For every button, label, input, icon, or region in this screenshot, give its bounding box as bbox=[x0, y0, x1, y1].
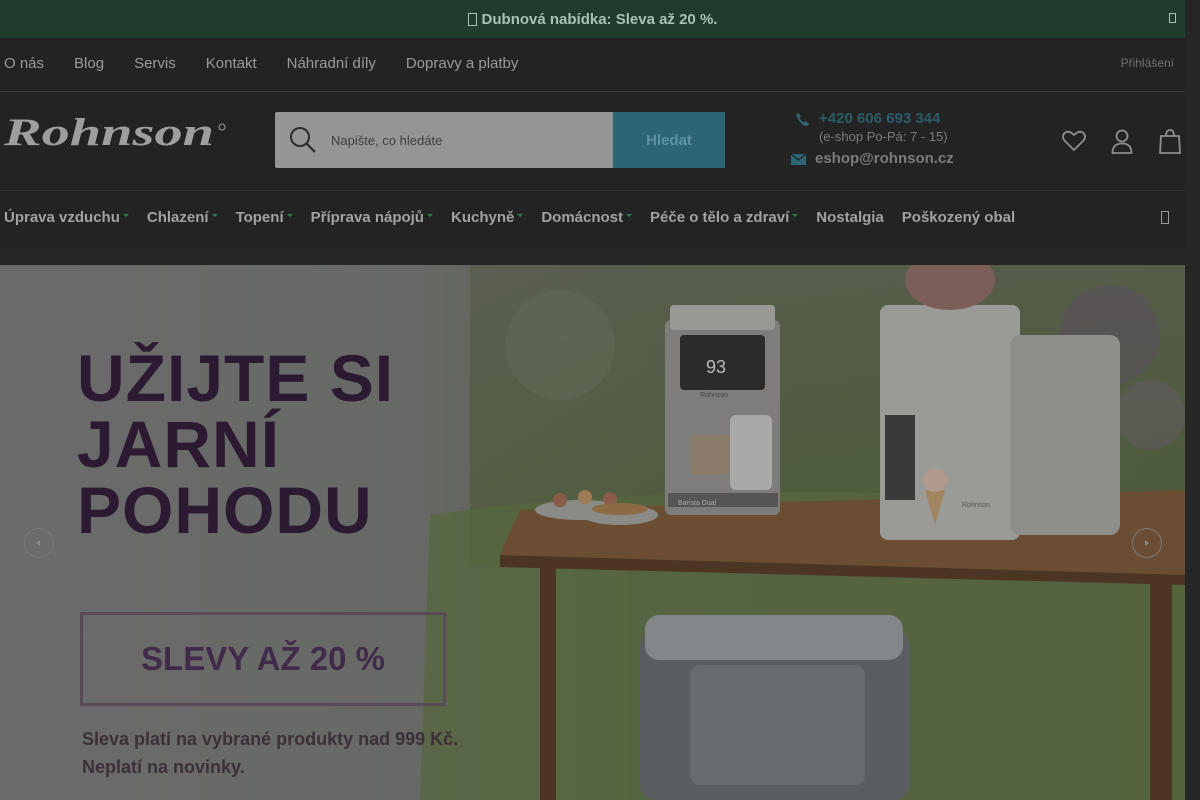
mail-icon bbox=[791, 154, 806, 165]
phone-icon bbox=[796, 113, 809, 126]
slider-prev-button[interactable] bbox=[24, 528, 54, 558]
dropdown-arrow-icon bbox=[286, 214, 293, 217]
promo-gift-icon bbox=[467, 12, 477, 26]
category-label: Kuchyně bbox=[450, 209, 515, 226]
site-header: Rohnson Hledat +420 606 693 344 (e-shop … bbox=[0, 92, 1185, 190]
email-link[interactable]: eshop@rohnson.cz bbox=[815, 150, 954, 167]
topnav-link-kontakt[interactable]: Kontakt bbox=[206, 55, 257, 72]
logo-wordmark: Rohnson bbox=[4, 112, 214, 154]
heart-icon[interactable] bbox=[1061, 128, 1087, 154]
hero-title-line: POHODU bbox=[77, 473, 373, 547]
category-menu: Úprava vzduchu Chlazení Topení Příprava … bbox=[0, 190, 1185, 246]
hero-title-line: UŽIJTE SI bbox=[77, 341, 395, 415]
hero-fine-print: Sleva platí na vybrané produkty nad 999 … bbox=[82, 725, 458, 781]
category-poskozeny-obal[interactable]: Poškozený obal bbox=[902, 209, 1015, 226]
hero-title: UŽIJTE SI JARNÍ POHODU bbox=[77, 345, 394, 543]
category-label: Péče o tělo a zdraví bbox=[650, 209, 790, 226]
hero-title-line: JARNÍ bbox=[77, 407, 281, 481]
dropdown-arrow-icon bbox=[517, 214, 524, 217]
top-navigation: O nás Blog Servis Kontakt Náhradní díly … bbox=[0, 38, 1185, 92]
topnav-link-dopravy-a-platby[interactable]: Dopravy a platby bbox=[406, 55, 519, 72]
search-box bbox=[275, 112, 613, 168]
category-nostalgia[interactable]: Nostalgia bbox=[816, 209, 884, 226]
dropdown-arrow-icon bbox=[792, 214, 799, 217]
category-pece-o-telo[interactable]: Péče o tělo a zdraví bbox=[650, 209, 799, 226]
search-input[interactable] bbox=[331, 112, 601, 168]
category-priprava-napoju[interactable]: Příprava nápojů bbox=[311, 209, 433, 226]
dropdown-arrow-icon bbox=[211, 214, 218, 217]
phone-number[interactable]: +420 606 693 344 bbox=[819, 110, 940, 127]
category-label: Poškozený obal bbox=[901, 209, 1016, 226]
discount-box: SLEVY AŽ 20 % bbox=[80, 612, 446, 706]
category-topeni[interactable]: Topení bbox=[236, 209, 293, 226]
slider-next-button[interactable] bbox=[1132, 528, 1162, 558]
topnav-link-blog[interactable]: Blog bbox=[74, 55, 104, 72]
hero-banner[interactable]: 93 Rohnson Barista Dual Rohnson UŽIJTE S… bbox=[0, 265, 1185, 800]
dropdown-arrow-icon bbox=[122, 214, 129, 217]
dropdown-arrow-icon bbox=[426, 214, 433, 217]
machine-model: Barista Dual bbox=[678, 500, 717, 507]
search-form: Hledat bbox=[275, 112, 725, 168]
bag-icon[interactable] bbox=[1157, 128, 1183, 154]
chevron-left-icon bbox=[36, 540, 40, 546]
category-label: Nostalgia bbox=[816, 209, 884, 226]
menu-more-icon[interactable] bbox=[1161, 211, 1169, 224]
topnav-link-servis[interactable]: Servis bbox=[134, 55, 176, 72]
category-kuchyne[interactable]: Kuchyně bbox=[450, 209, 524, 226]
promo-text[interactable]: Dubnová nabídka: Sleva až 20 %. bbox=[482, 11, 718, 28]
discount-text: SLEVY AŽ 20 % bbox=[141, 640, 385, 677]
promo-close-icon[interactable] bbox=[1169, 13, 1176, 23]
category-label: Domácnost bbox=[541, 209, 624, 226]
category-chlazeni[interactable]: Chlazení bbox=[147, 209, 218, 226]
category-domacnost[interactable]: Domácnost bbox=[541, 209, 633, 226]
category-label: Topení bbox=[235, 209, 284, 226]
category-uprava-vzduchu[interactable]: Úprava vzduchu bbox=[4, 209, 129, 226]
fine-print-line: Sleva platí na vybrané produkty nad 999 … bbox=[82, 729, 459, 749]
category-label: Úprava vzduchu bbox=[4, 209, 120, 226]
eshop-hours: (e-shop Po-Pá: 7 - 15) bbox=[819, 129, 948, 144]
search-button[interactable]: Hledat bbox=[613, 112, 725, 168]
rohnson-logo[interactable]: Rohnson bbox=[4, 112, 229, 158]
machine-brand: Rohnson bbox=[700, 392, 728, 399]
dropdown-arrow-icon bbox=[626, 214, 633, 217]
topnav-link-nahradni-dily[interactable]: Náhradní díly bbox=[287, 55, 376, 72]
registered-mark-icon bbox=[218, 123, 226, 131]
machine-display-value: 93 bbox=[706, 357, 726, 377]
icecream-brand: Rohnson bbox=[962, 502, 990, 509]
promo-bar: Dubnová nabídka: Sleva až 20 %. bbox=[0, 0, 1185, 38]
category-label: Chlazení bbox=[146, 209, 209, 226]
search-icon[interactable] bbox=[289, 126, 317, 154]
chevron-right-icon bbox=[1145, 540, 1149, 546]
topnav-link-o-nas[interactable]: O nás bbox=[4, 55, 44, 72]
fine-print-line: Neplatí na novinky. bbox=[82, 757, 245, 777]
category-label: Příprava nápojů bbox=[310, 209, 424, 226]
login-link[interactable]: Přihlášení bbox=[1121, 56, 1174, 70]
user-icon[interactable] bbox=[1109, 128, 1135, 154]
